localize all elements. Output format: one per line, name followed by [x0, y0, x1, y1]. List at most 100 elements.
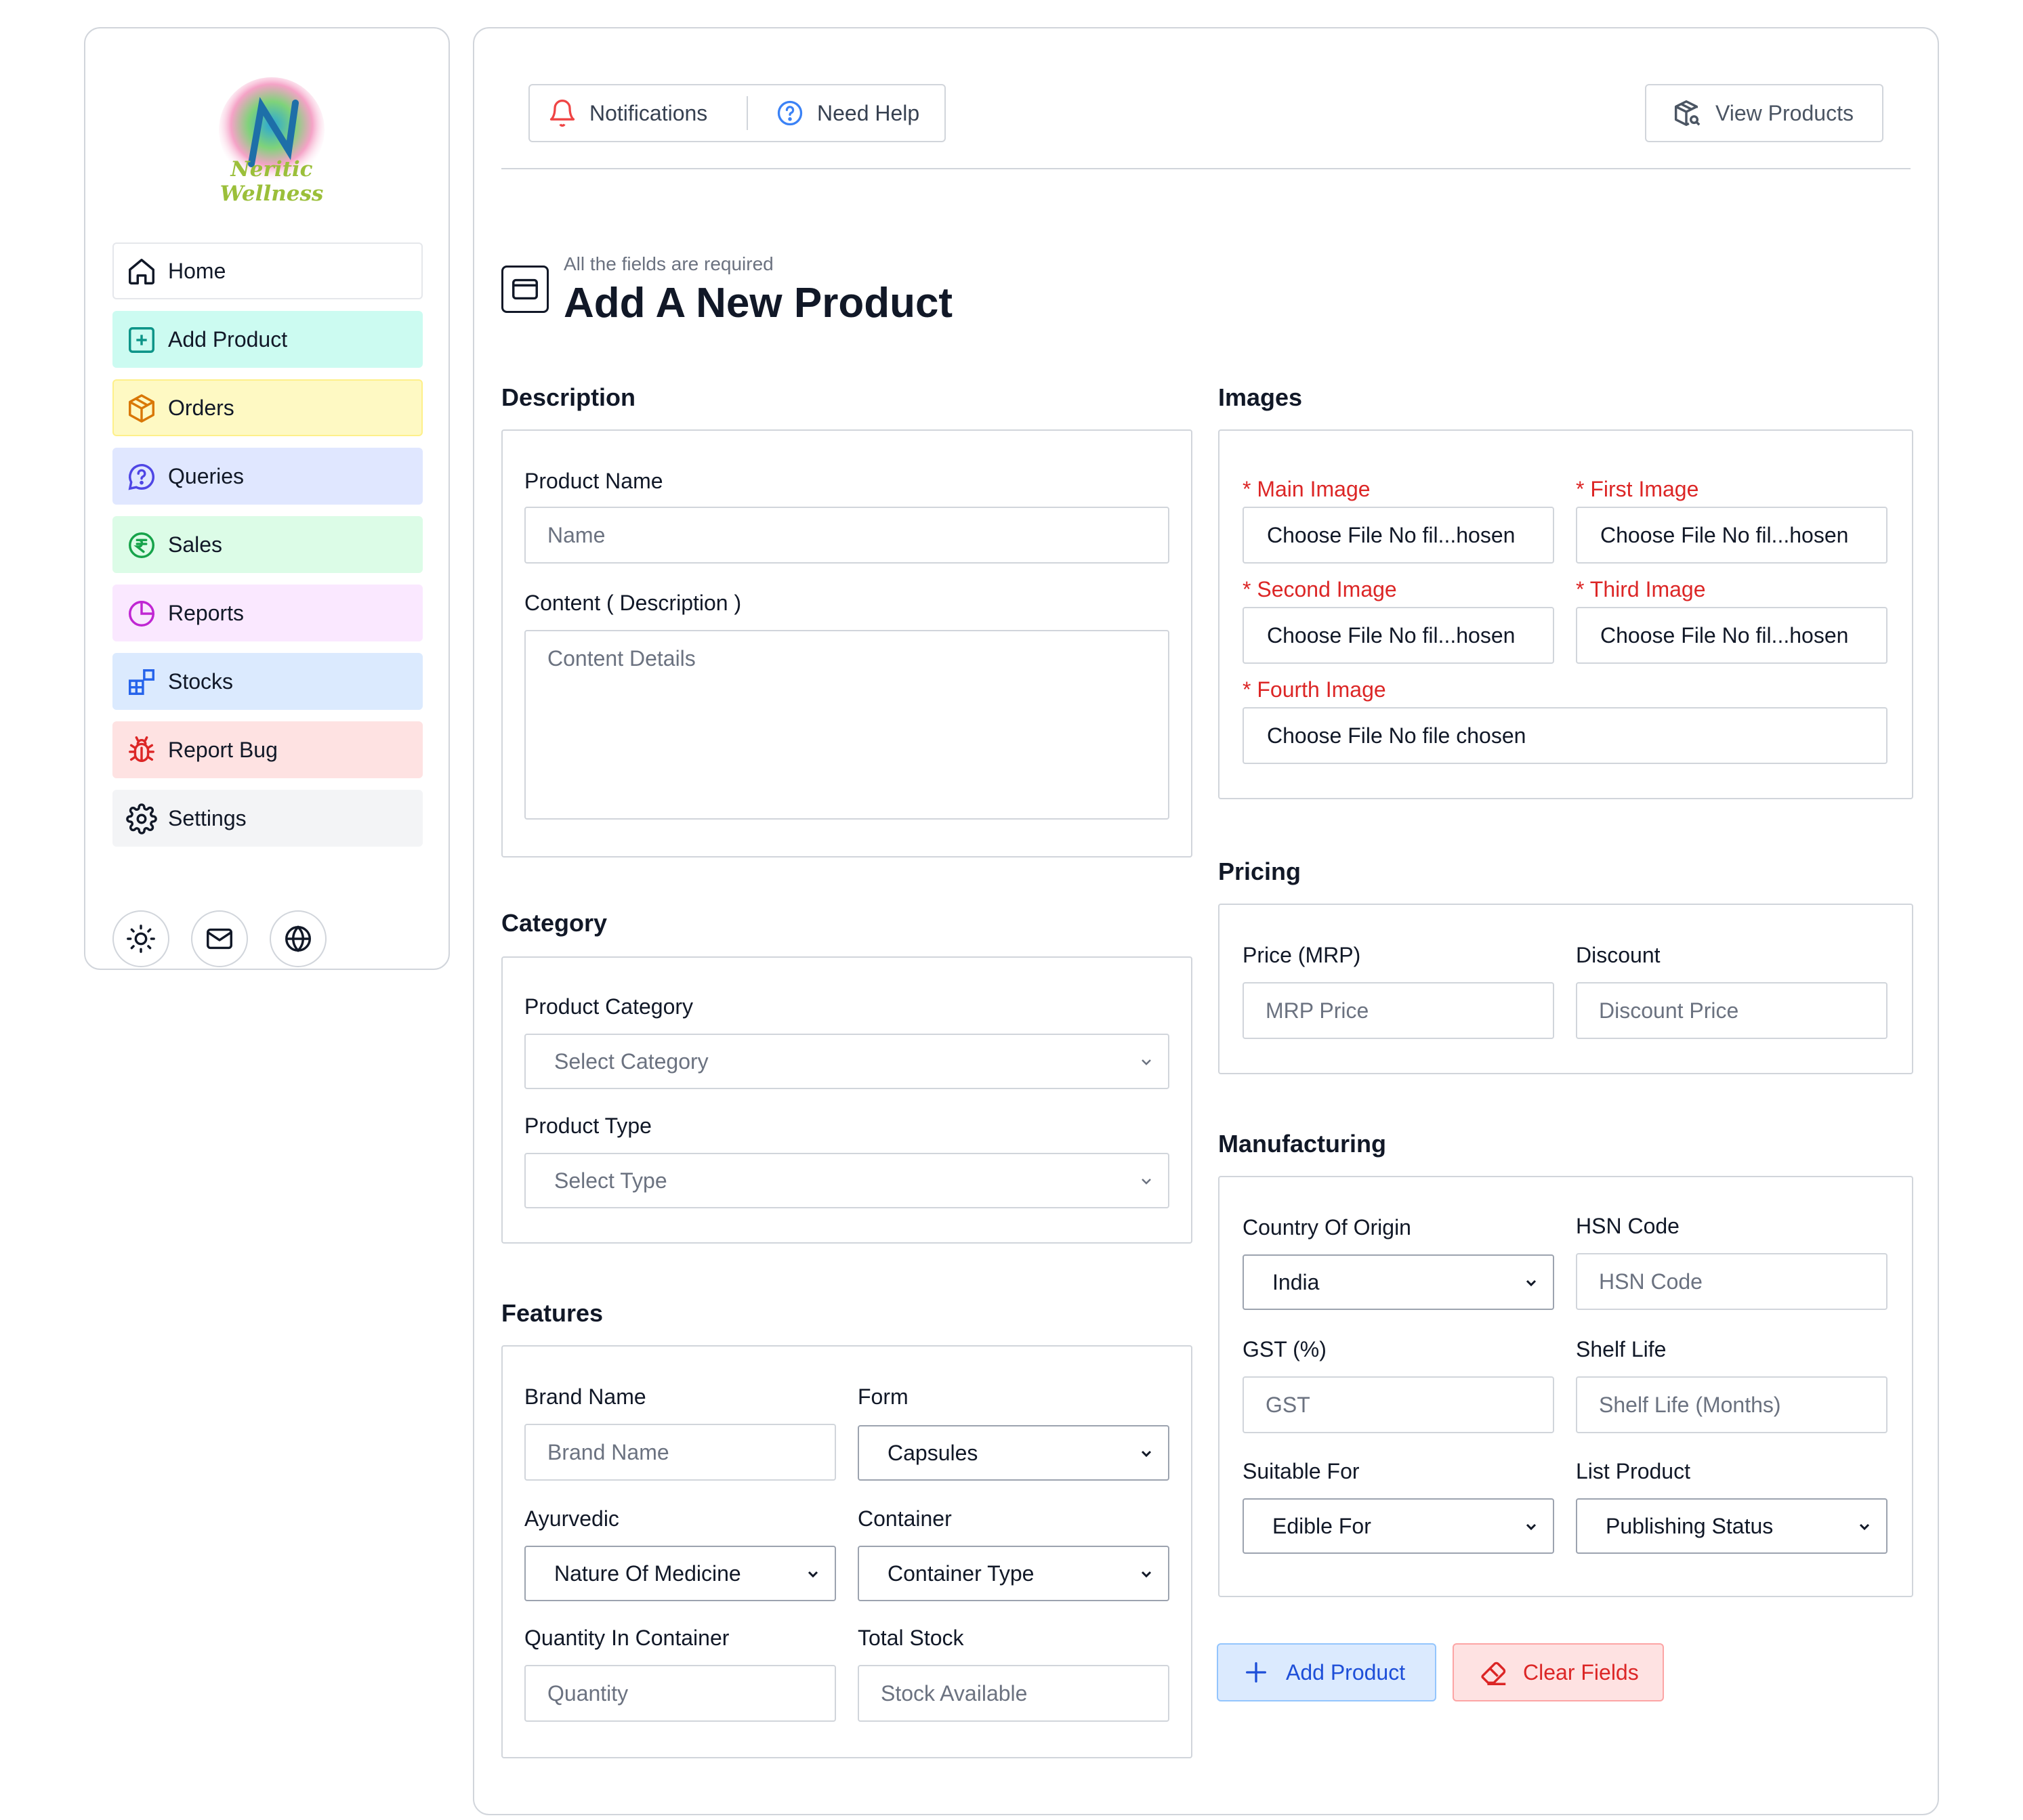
sidebar-item-label: Home: [168, 258, 226, 283]
publishing-status-select[interactable]: Publishing Status: [1576, 1498, 1888, 1554]
form-select[interactable]: Capsules: [858, 1425, 1169, 1481]
theme-toggle-button[interactable]: [112, 910, 169, 967]
globe-icon: [285, 925, 311, 952]
product-category-label: Product Category: [524, 994, 694, 1019]
gst-input[interactable]: [1243, 1376, 1554, 1433]
sidebar-item-label: Reports: [168, 600, 245, 625]
sidebar-item-label: Orders: [168, 395, 234, 420]
clear-fields-button[interactable]: Clear Fields: [1453, 1643, 1664, 1701]
page-title: Add A New Product: [564, 280, 953, 326]
browser-window-icon: [501, 266, 549, 313]
price-input[interactable]: [1243, 982, 1554, 1039]
notifications-label: Notifications: [589, 100, 708, 125]
pricing-card: Price (MRP) Discount: [1218, 904, 1913, 1074]
total-stock-label: Total Stock: [858, 1626, 964, 1650]
sidebar-item-reports[interactable]: Reports: [112, 585, 423, 641]
chat-question-icon: [126, 461, 157, 492]
content-label: Content ( Description ): [524, 591, 742, 615]
suitable-for-select[interactable]: Edible For: [1243, 1498, 1554, 1554]
hsn-label: HSN Code: [1576, 1214, 1680, 1238]
ayurvedic-value: Nature Of Medicine: [554, 1561, 741, 1586]
gst-label: GST (%): [1243, 1337, 1327, 1361]
file-input-value: Choose File No fil...hosen: [1267, 622, 1516, 648]
product-type-select[interactable]: Select Type: [524, 1153, 1169, 1208]
hsn-input[interactable]: [1576, 1253, 1888, 1310]
package-search-icon: [1674, 100, 1701, 126]
images-card: * Main Image Choose File No fil...hosen …: [1218, 429, 1913, 799]
content-textarea[interactable]: [524, 630, 1169, 820]
sidebar-item-label: Add Product: [168, 326, 288, 352]
features-card: Brand Name Form Capsules Ayurvedic Natur…: [501, 1345, 1192, 1758]
add-product-button[interactable]: Add Product: [1217, 1643, 1436, 1701]
pricing-section-title: Pricing: [1218, 858, 1301, 885]
file-input-value: Choose File No fil...hosen: [1600, 622, 1849, 648]
ayurvedic-label: Ayurvedic: [524, 1506, 619, 1531]
fourth-image-label: * Fourth Image: [1243, 677, 1386, 702]
sidebar: Neritic Wellness Home Add Product Orders…: [84, 27, 450, 970]
chevron-down-icon: [1141, 1571, 1152, 1578]
manufacturing-card: Country Of Origin India HSN Code GST (%)…: [1218, 1176, 1913, 1597]
container-select[interactable]: Container Type: [858, 1546, 1169, 1601]
product-name-input[interactable]: [524, 507, 1169, 564]
view-products-button[interactable]: View Products: [1645, 84, 1883, 142]
features-section-title: Features: [501, 1299, 604, 1327]
manufacturing-section-title: Manufacturing: [1218, 1130, 1386, 1158]
sidebar-item-settings[interactable]: Settings: [112, 790, 423, 847]
brand-name-label: Brand Name: [524, 1384, 646, 1409]
help-button[interactable]: Need Help: [748, 85, 919, 141]
first-image-label: * First Image: [1576, 477, 1699, 501]
divider: [501, 168, 1911, 169]
quantity-input[interactable]: [524, 1665, 836, 1722]
brand-name-input[interactable]: [524, 1424, 836, 1481]
country-select[interactable]: India: [1243, 1254, 1554, 1310]
main-image-label: * Main Image: [1243, 477, 1371, 501]
publishing-status-value: Publishing Status: [1606, 1513, 1774, 1538]
sidebar-item-sales[interactable]: Sales: [112, 516, 423, 573]
product-type-value: Select Type: [554, 1168, 667, 1193]
sidebar-item-label: Queries: [168, 463, 245, 488]
quantity-label: Quantity In Container: [524, 1626, 730, 1650]
sidebar-item-orders[interactable]: Orders: [112, 379, 423, 436]
chevron-down-icon: [1859, 1523, 1870, 1531]
sidebar-item-add-product[interactable]: Add Product: [112, 311, 423, 368]
first-image-file-input[interactable]: Choose File No fil...hosen: [1576, 507, 1888, 564]
chevron-down-icon: [1142, 1179, 1151, 1185]
shelf-life-input[interactable]: [1576, 1376, 1888, 1433]
rupee-icon: [126, 530, 157, 561]
sidebar-item-report-bug[interactable]: Report Bug: [112, 721, 423, 778]
discount-input[interactable]: [1576, 982, 1888, 1039]
total-stock-input[interactable]: [858, 1665, 1169, 1722]
second-image-file-input[interactable]: Choose File No fil...hosen: [1243, 607, 1554, 664]
sidebar-item-label: Settings: [168, 805, 247, 830]
mail-icon: [207, 928, 232, 950]
quick-actions: [112, 910, 327, 967]
shelf-life-label: Shelf Life: [1576, 1337, 1667, 1361]
home-icon: [126, 256, 157, 287]
sidebar-item-label: Sales: [168, 532, 223, 557]
mail-button[interactable]: [191, 910, 248, 967]
help-circle-icon: [777, 100, 803, 126]
notifications-button[interactable]: Notifications: [530, 96, 748, 130]
country-label: Country Of Origin: [1243, 1215, 1411, 1240]
sidebar-item-stocks[interactable]: Stocks: [112, 653, 423, 710]
chevron-down-icon: [1526, 1279, 1537, 1287]
ayurvedic-select[interactable]: Nature Of Medicine: [524, 1546, 836, 1601]
sidebar-item-queries[interactable]: Queries: [112, 448, 423, 505]
chevron-down-icon: [1141, 1450, 1152, 1458]
product-type-label: Product Type: [524, 1114, 652, 1138]
view-products-label: View Products: [1715, 100, 1854, 125]
add-product-label: Add Product: [1286, 1659, 1406, 1685]
main-image-file-input[interactable]: Choose File No fil...hosen: [1243, 507, 1554, 564]
product-name-label: Product Name: [524, 469, 663, 493]
plus-square-icon: [126, 324, 157, 356]
second-image-label: * Second Image: [1243, 577, 1397, 601]
language-button[interactable]: [270, 910, 327, 967]
container-value: Container Type: [888, 1561, 1035, 1586]
description-section-title: Description: [501, 383, 636, 411]
fourth-image-file-input[interactable]: Choose File No file chosen: [1243, 707, 1888, 764]
chevron-down-icon: [1142, 1059, 1151, 1065]
product-category-select[interactable]: Select Category: [524, 1034, 1169, 1089]
third-image-file-input[interactable]: Choose File No fil...hosen: [1576, 607, 1888, 664]
price-label: Price (MRP): [1243, 943, 1361, 967]
sidebar-item-home[interactable]: Home: [112, 242, 423, 299]
